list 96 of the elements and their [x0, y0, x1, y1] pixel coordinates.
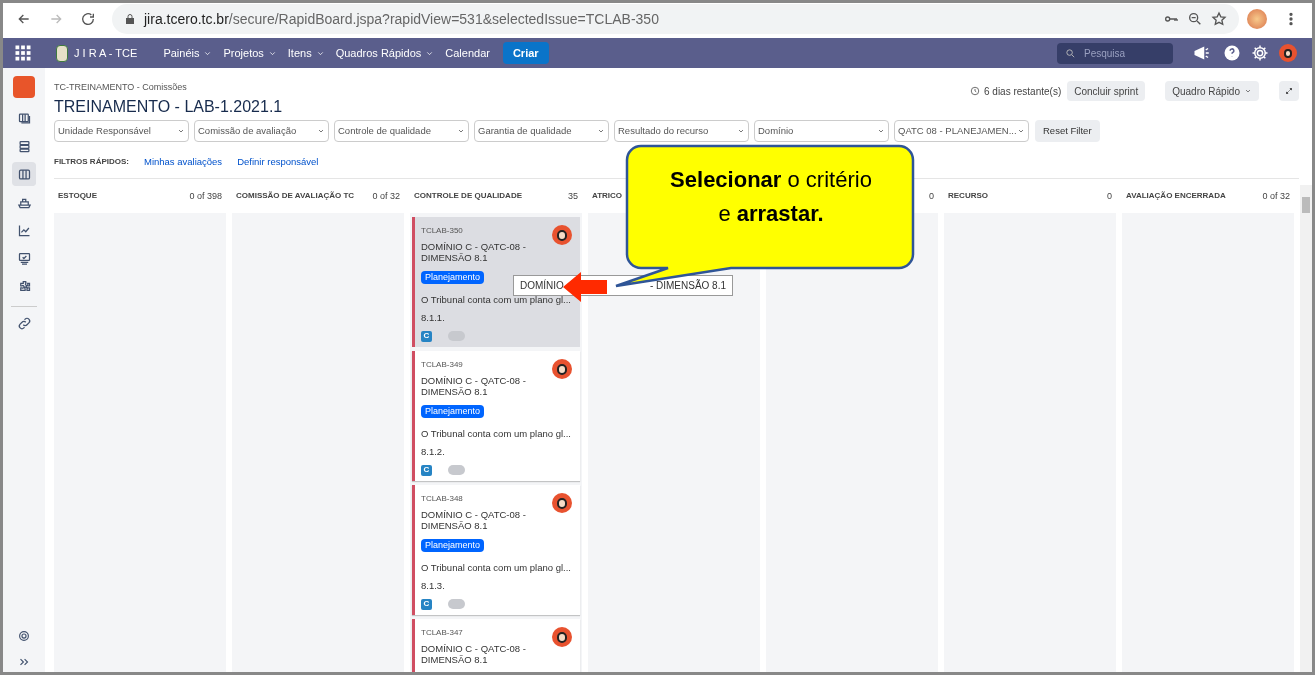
- issue-title: DOMÍNIO C - QATC-08 - DIMENSÃO 8.1: [421, 375, 527, 398]
- help-icon[interactable]: [1223, 44, 1241, 62]
- column-count: 0 of 32: [372, 189, 400, 203]
- column-count: 35: [568, 189, 578, 203]
- backlog-icon[interactable]: [16, 138, 32, 154]
- fullscreen-icon[interactable]: [1279, 81, 1299, 101]
- column-header: ATRICO: [592, 190, 623, 203]
- caret-icon: [317, 127, 325, 135]
- megaphone-icon[interactable]: [1193, 44, 1211, 62]
- issue-number: 8.1.3.: [421, 578, 446, 593]
- issue-title: DOMÍNIO C - QATC-08 - DIMENSÃO 8.1: [421, 643, 527, 666]
- estimate-pill: [448, 465, 465, 476]
- column-count: 0 of 32: [1262, 189, 1290, 203]
- estimate-pill: [448, 599, 465, 610]
- issue-key[interactable]: TCLAB-350: [421, 225, 574, 238]
- filter-dropdown[interactable]: Resultado do recurso: [614, 120, 749, 142]
- settings-icon[interactable]: [17, 629, 31, 643]
- filter-dropdown[interactable]: Domínio: [754, 120, 889, 142]
- search-box[interactable]: Pesquisa: [1057, 42, 1173, 64]
- issue-summary: O Tribunal conta com um plano gl...: [421, 561, 572, 576]
- column-count: 0 of 398: [189, 189, 222, 203]
- issue-title: DOMÍNIO C - QATC-08 - DIMENSÃO 8.1: [421, 509, 527, 532]
- issue-type-badge: C: [421, 330, 432, 342]
- assignee-avatar: [552, 627, 572, 648]
- clock-icon: [970, 86, 980, 96]
- issue-key[interactable]: TCLAB-348: [421, 493, 574, 506]
- link-icon[interactable]: [16, 315, 32, 331]
- assignee-avatar: [552, 225, 572, 246]
- caret-icon: [877, 127, 885, 135]
- issue-number: 8.1.2.: [421, 444, 446, 459]
- time-remaining: 6 dias restante(s): [984, 84, 1062, 99]
- column-count: 0: [929, 189, 934, 203]
- logo-icon[interactable]: [56, 44, 68, 62]
- filter-dropdown[interactable]: Garantia de qualidade: [474, 120, 609, 142]
- issue-title: DOMÍNIO C - QATC-08 - DIMENSÃO 8.1: [421, 241, 527, 264]
- caret-icon: [1244, 87, 1252, 95]
- monitor-icon[interactable]: [16, 250, 32, 266]
- nav-menu[interactable]: Quadros Rápidos: [335, 44, 435, 62]
- caret-icon: [597, 127, 605, 135]
- label-tag: Planejamento: [421, 405, 485, 419]
- filter-dropdown[interactable]: Unidade Responsável: [54, 120, 189, 142]
- nav-menu[interactable]: Projetos: [223, 44, 277, 62]
- board-menu-button[interactable]: Quadro Rápido: [1165, 81, 1259, 101]
- zoom-out-icon[interactable]: [1187, 11, 1203, 27]
- lock-icon: [124, 13, 136, 25]
- issue-card[interactable]: TCLAB-348 DOMÍNIO C - QATC-08 - DIMENSÃO 8.1 Planejamento O Tribunal conta com um plano gl... 8.1.3. C: [412, 485, 580, 616]
- star-icon[interactable]: [1211, 11, 1227, 27]
- issue-card[interactable]: TCLAB-347 DOMÍNIO C - QATC-08 - DIMENSÃO 8.1: [412, 619, 580, 675]
- url-text: jira.tcero.tc.br/secure/RapidBoard.jspa?rapidView=531&selectedIssue=TCLAB-350: [144, 9, 659, 29]
- scrollbar[interactable]: [1300, 185, 1312, 675]
- issue-card[interactable]: TCLAB-349 DOMÍNIO C - QATC-08 - DIMENSÃO 8.1 Planejamento O Tribunal conta com um plano gl... 8.1.2. C: [412, 351, 580, 482]
- settings-icon[interactable]: [1251, 44, 1269, 62]
- column-header: RECURSO: [948, 190, 988, 203]
- search-icon: [1065, 47, 1076, 59]
- caret-icon: [737, 127, 745, 135]
- issue-number: 8.1.1.: [421, 310, 446, 325]
- column-header: ESTOQUE: [58, 190, 97, 203]
- filter-dropdown[interactable]: Comissão de avaliação: [194, 120, 329, 142]
- board-title: TREINAMENTO - LAB-1.2021.1: [54, 97, 284, 117]
- nav-menu[interactable]: Itens: [287, 44, 325, 62]
- column-count: 0: [1107, 189, 1112, 203]
- reload-icon[interactable]: [80, 11, 96, 27]
- issue-key[interactable]: TCLAB-347: [421, 627, 574, 640]
- quick-filters-label: FILTROS RÁPIDOS:: [54, 156, 129, 169]
- issue-summary: O Tribunal conta com um plano gl...: [421, 293, 572, 308]
- label-tag: Planejamento: [421, 271, 485, 285]
- issue-type-badge: C: [421, 464, 432, 476]
- nav-menu[interactable]: Calendar: [445, 44, 490, 62]
- boards-icon[interactable]: [16, 110, 32, 126]
- user-avatar[interactable]: [1279, 44, 1297, 62]
- search-field[interactable]: Pesquisa: [1084, 45, 1164, 61]
- create-button[interactable]: Criar: [502, 42, 549, 64]
- breadcrumb-link[interactable]: TC-TREINAMENTO - Comissões: [54, 81, 970, 93]
- column-header: COMISSÃO DE AVALIAÇÃO TC: [236, 190, 355, 203]
- caret-icon: [457, 127, 465, 135]
- address-bar[interactable]: jira.tcero.tc.br/secure/RapidBoard.jspa?rapidView=531&selectedIssue=TCLAB-350: [112, 4, 1239, 34]
- caret-icon: [1017, 127, 1025, 135]
- assignee-avatar: [552, 493, 572, 514]
- caret-icon: [177, 127, 185, 135]
- filter-dropdown[interactable]: Controle de qualidade: [334, 120, 469, 142]
- filter-dropdown[interactable]: QATC 08 - PLANEJAMEN...: [894, 120, 1029, 142]
- issue-type-badge: C: [421, 598, 432, 610]
- assignee-avatar: [552, 359, 572, 380]
- nav-menu[interactable]: Painéis: [163, 44, 213, 62]
- column-header: CONTROLE DE QUALIDADE: [414, 190, 522, 203]
- issue-key[interactable]: TCLAB-349: [421, 359, 574, 372]
- issue-summary: O Tribunal conta com um plano gl...: [421, 427, 572, 442]
- label-tag: Planejamento: [421, 539, 485, 553]
- reset-filter-button[interactable]: Reset Filter: [1035, 120, 1100, 142]
- logo-text[interactable]: J I R A - TCE: [74, 44, 138, 62]
- app-grid-icon[interactable]: [14, 44, 32, 62]
- complete-sprint-button[interactable]: Concluir sprint: [1067, 81, 1146, 101]
- callout-text: Selecionar o critério e arrastar.: [669, 166, 873, 228]
- column-header: AVALIAÇÃO ENCERRADA: [1126, 190, 1226, 203]
- quick-filter-link[interactable]: Definir responsável: [237, 155, 319, 170]
- quick-filter-link[interactable]: Minhas avaliações: [143, 155, 223, 170]
